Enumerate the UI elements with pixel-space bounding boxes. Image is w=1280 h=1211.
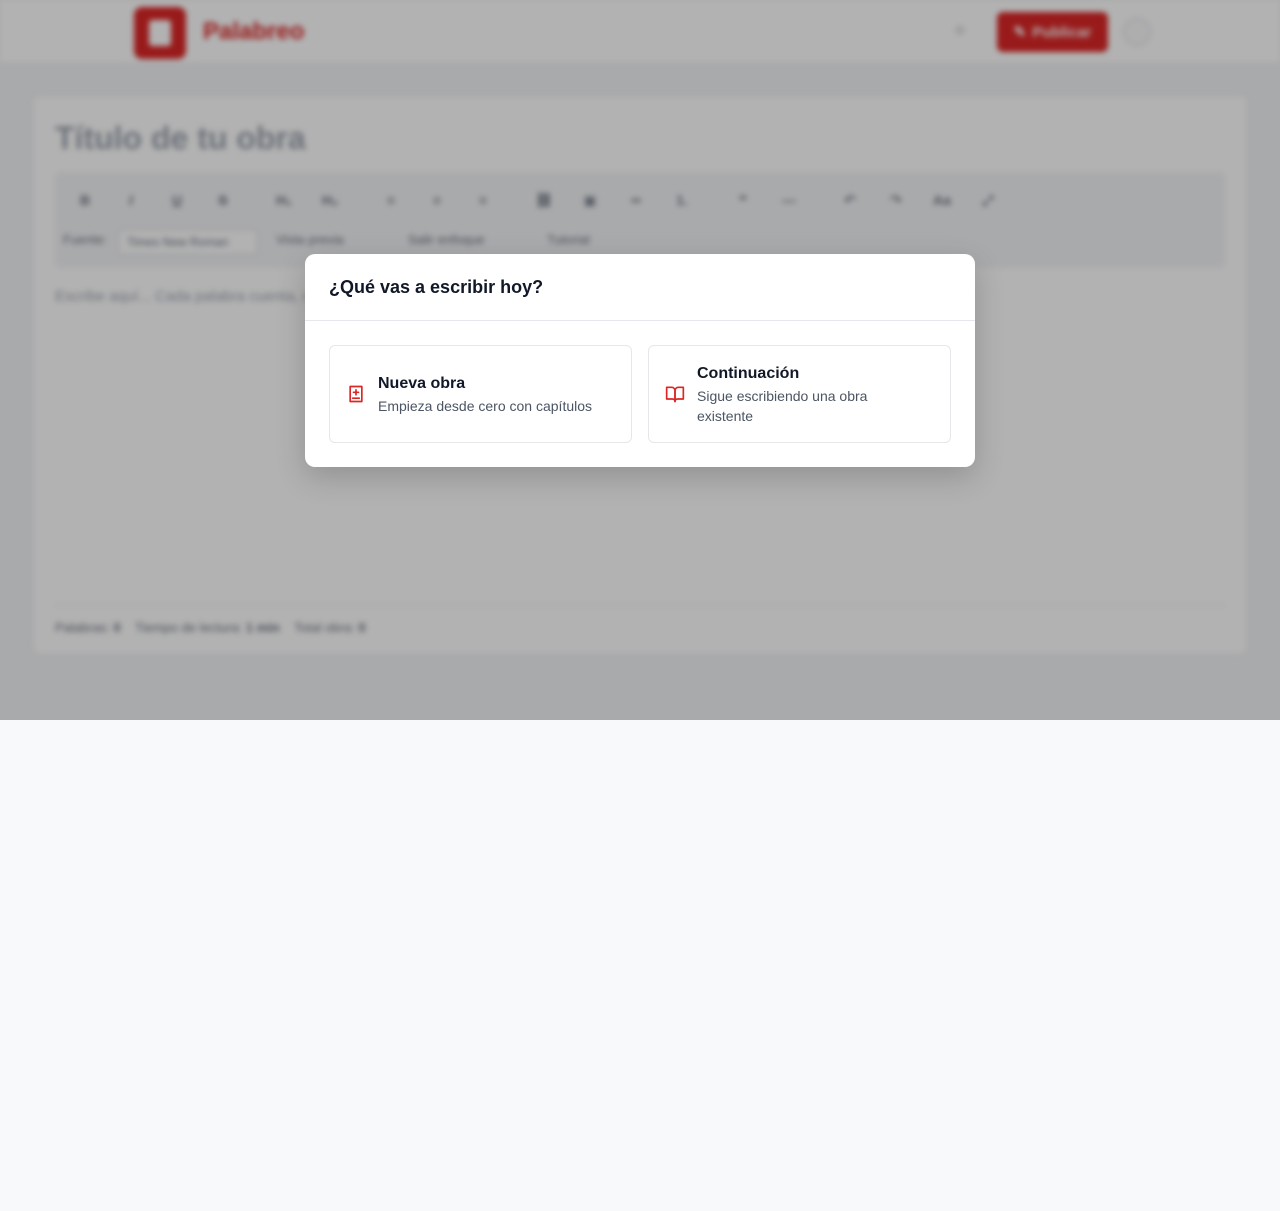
new-work-title: Nueva obra xyxy=(378,375,466,392)
open-book-icon xyxy=(665,386,685,403)
book-plus-icon xyxy=(349,385,363,403)
modal-header: ¿Qué vas a escribir hoy? xyxy=(305,254,975,321)
modal-title: ¿Qué vas a escribir hoy? xyxy=(329,277,544,297)
writing-type-modal: ¿Qué vas a escribir hoy? Nueva obra Empi… xyxy=(305,254,975,467)
new-work-option[interactable]: Nueva obra Empieza desde cero con capítu… xyxy=(329,345,632,443)
continuation-title: Continuación xyxy=(697,365,800,382)
new-work-description: Empieza desde cero con capítulos xyxy=(378,398,593,414)
continuation-description: Sigue escribiendo una obra existente xyxy=(697,388,868,424)
continuation-option[interactable]: Continuación Sigue escribiendo una obra … xyxy=(648,345,951,443)
